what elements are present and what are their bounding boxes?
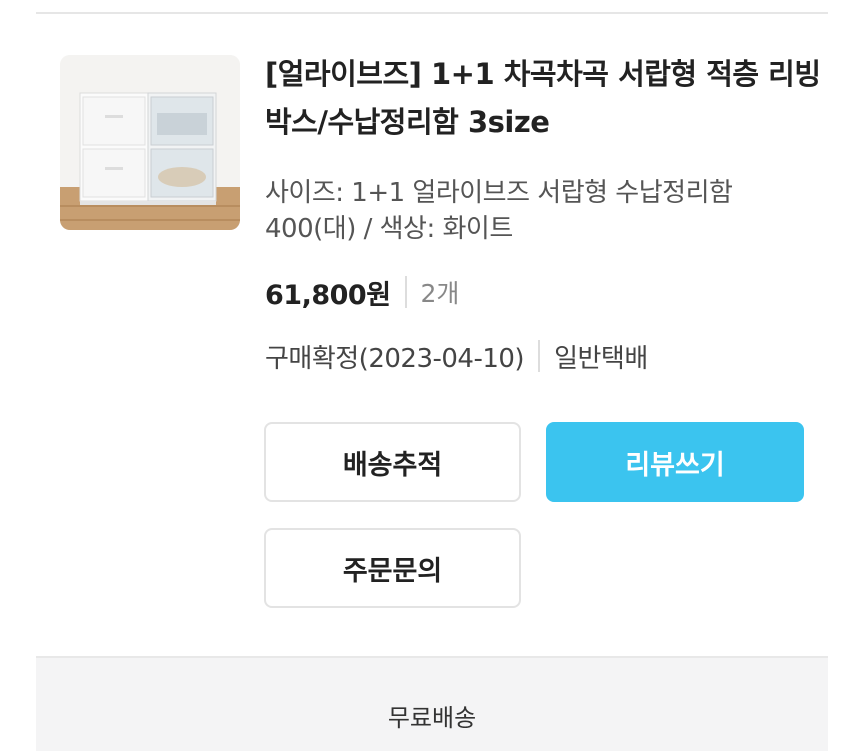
order-status: 구매확정(2023-04-10) [265, 343, 525, 374]
price-row: 61,800원 2개 [265, 270, 459, 314]
order-status-row: 구매확정(2023-04-10) 일반택배 [265, 334, 648, 378]
divider [404, 276, 407, 308]
product-image[interactable] [60, 55, 240, 230]
product-option: 사이즈: 1+1 얼라이브즈 서랍형 수납정리함 400(대) / 색상: 화이… [265, 178, 733, 244]
storage-drawers-illustration [60, 55, 240, 230]
quantity: 2개 [420, 279, 460, 308]
price: 61,800원 [265, 279, 391, 311]
free-shipping-label: 무료배송 [387, 704, 477, 732]
divider [538, 340, 541, 372]
write-review-button[interactable]: 리뷰쓰기 [546, 422, 804, 502]
top-divider [36, 12, 828, 14]
product-title[interactable]: [얼라이브즈] 1+1 차곡차곡 서랍형 적층 리빙박스/수납정리함 3size [265, 50, 825, 146]
track-shipment-button[interactable]: 배송추적 [264, 422, 521, 502]
shipping-footer: 무료배송 [36, 656, 828, 751]
order-inquiry-button[interactable]: 주문문의 [264, 528, 521, 608]
delivery-type: 일반택배 [554, 343, 648, 374]
